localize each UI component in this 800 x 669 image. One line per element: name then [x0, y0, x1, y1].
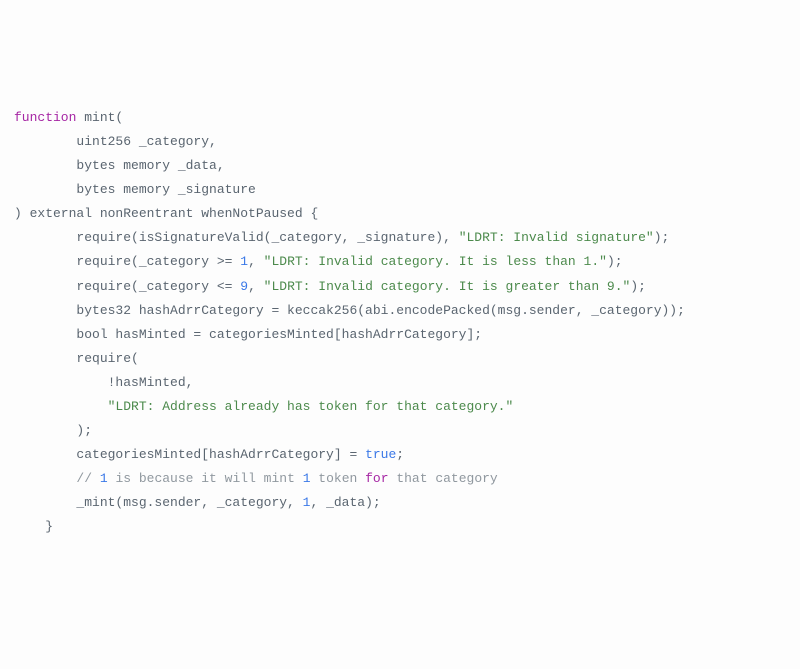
code-text: categoriesMinted[hashAdrrCategory] = [14, 447, 365, 462]
code-text: require(isSignatureValid(_category, _sig… [14, 230, 459, 245]
code-line: uint256 _category, [14, 130, 786, 154]
code-line: } [14, 515, 786, 539]
code-line: require(_category <= 9, "LDRT: Invalid c… [14, 275, 786, 299]
code-text: require(_category >= [14, 254, 240, 269]
code-text: require(_category <= [14, 279, 240, 294]
code-text: ); [654, 230, 670, 245]
code-line: categoriesMinted[hashAdrrCategory] = tru… [14, 443, 786, 467]
code-line: bool hasMinted = categoriesMinted[hashAd… [14, 323, 786, 347]
comment: that category [389, 471, 498, 486]
code-text: ); [607, 254, 623, 269]
code-block: function mint( uint256 _category, bytes … [14, 106, 786, 539]
code-line: !hasMinted, [14, 371, 786, 395]
code-line: ) external nonReentrant whenNotPaused { [14, 202, 786, 226]
code-line: bytes memory _signature [14, 178, 786, 202]
code-line: function mint( [14, 106, 786, 130]
keyword-function: function [14, 110, 76, 125]
code-line: // 1 is because it will mint 1 token for… [14, 467, 786, 491]
code-line: require( [14, 347, 786, 371]
fn-name: mint( [76, 110, 123, 125]
number-literal: 1 [303, 471, 311, 486]
string-literal: "LDRT: Invalid category. It is greater t… [264, 279, 631, 294]
number-literal: 1 [100, 471, 108, 486]
keyword-for: for [365, 471, 388, 486]
number-literal: 1 [240, 254, 248, 269]
code-line: ); [14, 419, 786, 443]
string-literal: "LDRT: Address already has token for tha… [14, 395, 786, 419]
string-literal: "LDRT: Invalid signature" [459, 230, 654, 245]
code-line: bytes memory _data, [14, 154, 786, 178]
bool-literal: true [365, 447, 396, 462]
comment: // [14, 471, 100, 486]
code-line: require(isSignatureValid(_category, _sig… [14, 226, 786, 250]
comment: token [311, 471, 366, 486]
code-line: _mint(msg.sender, _category, 1, _data); [14, 491, 786, 515]
code-text: ; [396, 447, 404, 462]
code-text: , [248, 254, 264, 269]
code-text: , [248, 279, 264, 294]
number-literal: 9 [240, 279, 248, 294]
comment: is because it will mint [108, 471, 303, 486]
code-line: require(_category >= 1, "LDRT: Invalid c… [14, 250, 786, 274]
string-literal: "LDRT: Invalid category. It is less than… [264, 254, 607, 269]
code-line: bytes32 hashAdrrCategory = keccak256(abi… [14, 299, 786, 323]
code-text: ); [630, 279, 646, 294]
